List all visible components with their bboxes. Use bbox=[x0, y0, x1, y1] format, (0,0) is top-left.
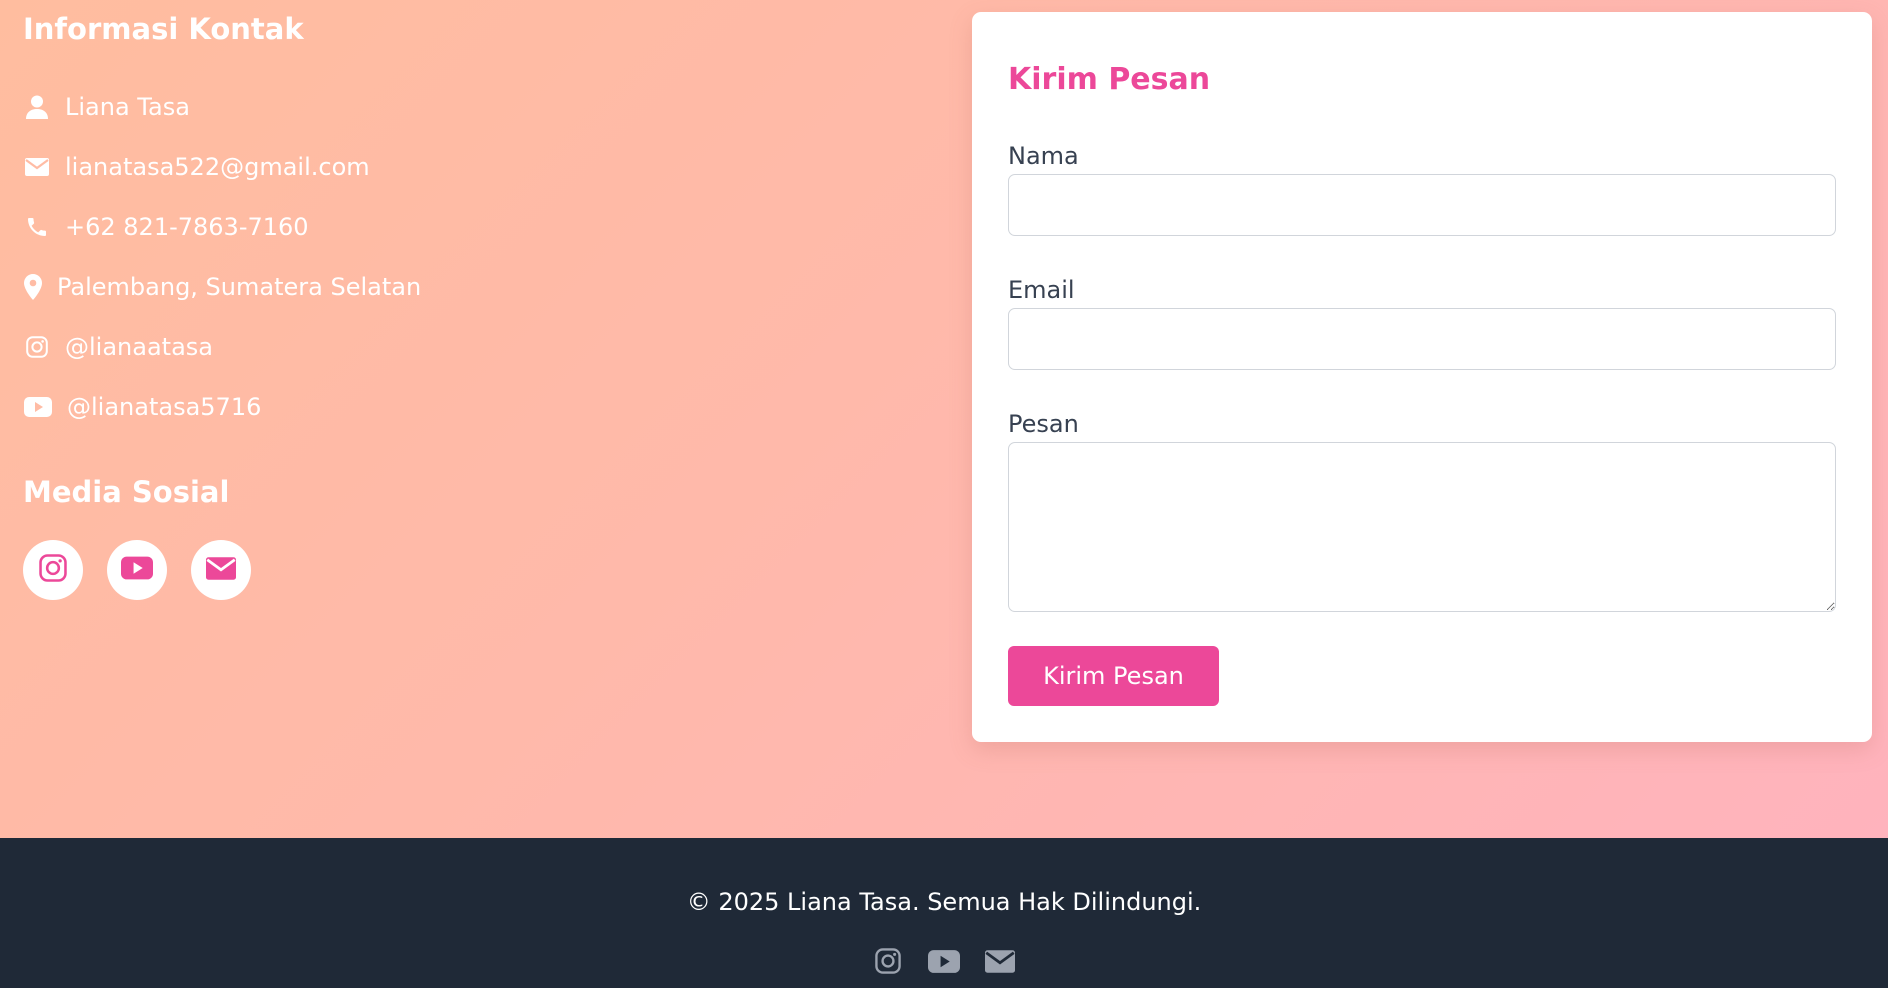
footer-email-link[interactable] bbox=[983, 948, 1017, 978]
contact-instagram[interactable]: @lianaatasa bbox=[65, 333, 213, 361]
contact-item-phone: +62 821-7863-7160 bbox=[23, 212, 309, 242]
contact-name: Liana Tasa bbox=[65, 93, 190, 121]
name-label: Nama bbox=[1008, 142, 1079, 170]
contact-email[interactable]: lianatasa522@gmail.com bbox=[65, 153, 370, 181]
footer-youtube-link[interactable] bbox=[927, 948, 961, 978]
instagram-social-button[interactable] bbox=[23, 540, 83, 600]
contact-item-name: Liana Tasa bbox=[23, 92, 190, 122]
social-media-title: Media Sosial bbox=[23, 475, 230, 509]
footer-instagram-link[interactable] bbox=[871, 948, 905, 978]
contact-location: Palembang, Sumatera Selatan bbox=[57, 273, 422, 301]
contact-item-location: Palembang, Sumatera Selatan bbox=[23, 272, 421, 302]
youtube-icon bbox=[23, 393, 53, 421]
instagram-icon bbox=[23, 333, 51, 361]
form-title: Kirim Pesan bbox=[1008, 62, 1211, 97]
email-input[interactable] bbox=[1008, 308, 1836, 370]
instagram-icon bbox=[875, 948, 901, 978]
envelope-icon bbox=[985, 949, 1015, 977]
youtube-social-button[interactable] bbox=[107, 540, 167, 600]
copyright-text: © 2025 Liana Tasa. Semua Hak Dilindungi. bbox=[686, 888, 1202, 916]
envelope-icon bbox=[23, 153, 51, 181]
name-input[interactable] bbox=[1008, 174, 1836, 236]
contact-item-youtube: @lianatasa5716 bbox=[23, 392, 261, 422]
contact-form-card: Kirim Pesan Nama Email Pesan Kirim Pesan bbox=[972, 12, 1872, 742]
contact-item-instagram: @lianaatasa bbox=[23, 332, 213, 362]
social-buttons bbox=[23, 540, 251, 600]
contact-youtube[interactable]: @lianatasa5716 bbox=[67, 393, 261, 421]
submit-button[interactable]: Kirim Pesan bbox=[1008, 646, 1219, 706]
contact-info-title: Informasi Kontak bbox=[23, 12, 304, 46]
user-icon bbox=[23, 93, 51, 121]
contact-phone: +62 821-7863-7160 bbox=[65, 213, 309, 241]
envelope-icon bbox=[206, 556, 236, 584]
contact-item-email: lianatasa522@gmail.com bbox=[23, 152, 370, 182]
youtube-icon bbox=[121, 556, 153, 584]
youtube-icon bbox=[928, 949, 960, 977]
message-label: Pesan bbox=[1008, 410, 1079, 438]
message-textarea[interactable] bbox=[1008, 442, 1836, 612]
page: Informasi Kontak Liana Tasa lianatasa522… bbox=[0, 0, 1888, 988]
instagram-icon bbox=[39, 554, 67, 586]
email-label: Email bbox=[1008, 276, 1075, 304]
contact-section: Informasi Kontak Liana Tasa lianatasa522… bbox=[0, 0, 1888, 838]
phone-icon bbox=[23, 213, 51, 241]
location-pin-icon bbox=[23, 273, 43, 301]
footer: © 2025 Liana Tasa. Semua Hak Dilindungi. bbox=[0, 838, 1888, 988]
email-social-button[interactable] bbox=[191, 540, 251, 600]
footer-social-links bbox=[0, 948, 1888, 978]
